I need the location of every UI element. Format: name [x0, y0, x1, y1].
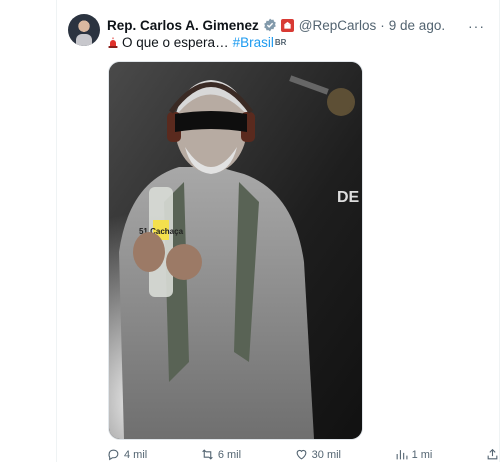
reply-icon: [108, 449, 119, 461]
avatar[interactable]: [68, 14, 100, 46]
views-button[interactable]: 1 mi: [395, 448, 433, 461]
tweet-body-text: O que o espera…: [122, 35, 229, 50]
like-button[interactable]: 30 mil: [295, 448, 341, 461]
like-count: 30 mil: [311, 448, 341, 461]
more-options-icon[interactable]: ···: [468, 18, 485, 34]
share-button[interactable]: [486, 448, 499, 461]
tweet[interactable]: Rep. Carlos A. Gimenez @RepCarlos · 9 de…: [57, 0, 499, 462]
verified-badge-icon: [263, 18, 277, 32]
retweet-button[interactable]: 6 mil: [201, 448, 241, 461]
author-handle[interactable]: @RepCarlos: [299, 18, 376, 33]
hashtag-link[interactable]: #Brasil: [233, 35, 274, 50]
svg-text:DE: DE: [337, 189, 360, 206]
retweet-count: 6 mil: [217, 448, 242, 461]
views-chart-icon: [396, 450, 408, 460]
reply-count: 4 mil: [124, 448, 148, 461]
government-flag-icon: [280, 18, 294, 32]
hashtag-flag-suffix: BR: [274, 38, 287, 47]
author-name[interactable]: Rep. Carlos A. Gimenez: [107, 18, 259, 33]
right-column-border: [499, 0, 500, 462]
views-count: 1 mi: [411, 448, 433, 461]
heart-icon: [296, 449, 307, 460]
retweet-icon: [202, 449, 213, 460]
tweet-media-photo[interactable]: DE 51 Cachaça: [108, 61, 363, 440]
tweet-header: Rep. Carlos A. Gimenez @RepCarlos · 9 de…: [107, 15, 445, 35]
tweet-text: O que o espera… #Brasil BR: [107, 35, 286, 50]
reply-button[interactable]: 4 mil: [107, 448, 147, 461]
share-icon: [487, 448, 498, 460]
tweet-date[interactable]: 9 de ago.: [389, 18, 445, 33]
separator-dot: ·: [380, 17, 385, 33]
siren-emoji-icon: [107, 37, 119, 49]
photo-illustration: DE 51 Cachaça: [109, 62, 362, 439]
tweet-actions: 4 mil 6 mil 30 mil 1 mi: [107, 448, 499, 461]
